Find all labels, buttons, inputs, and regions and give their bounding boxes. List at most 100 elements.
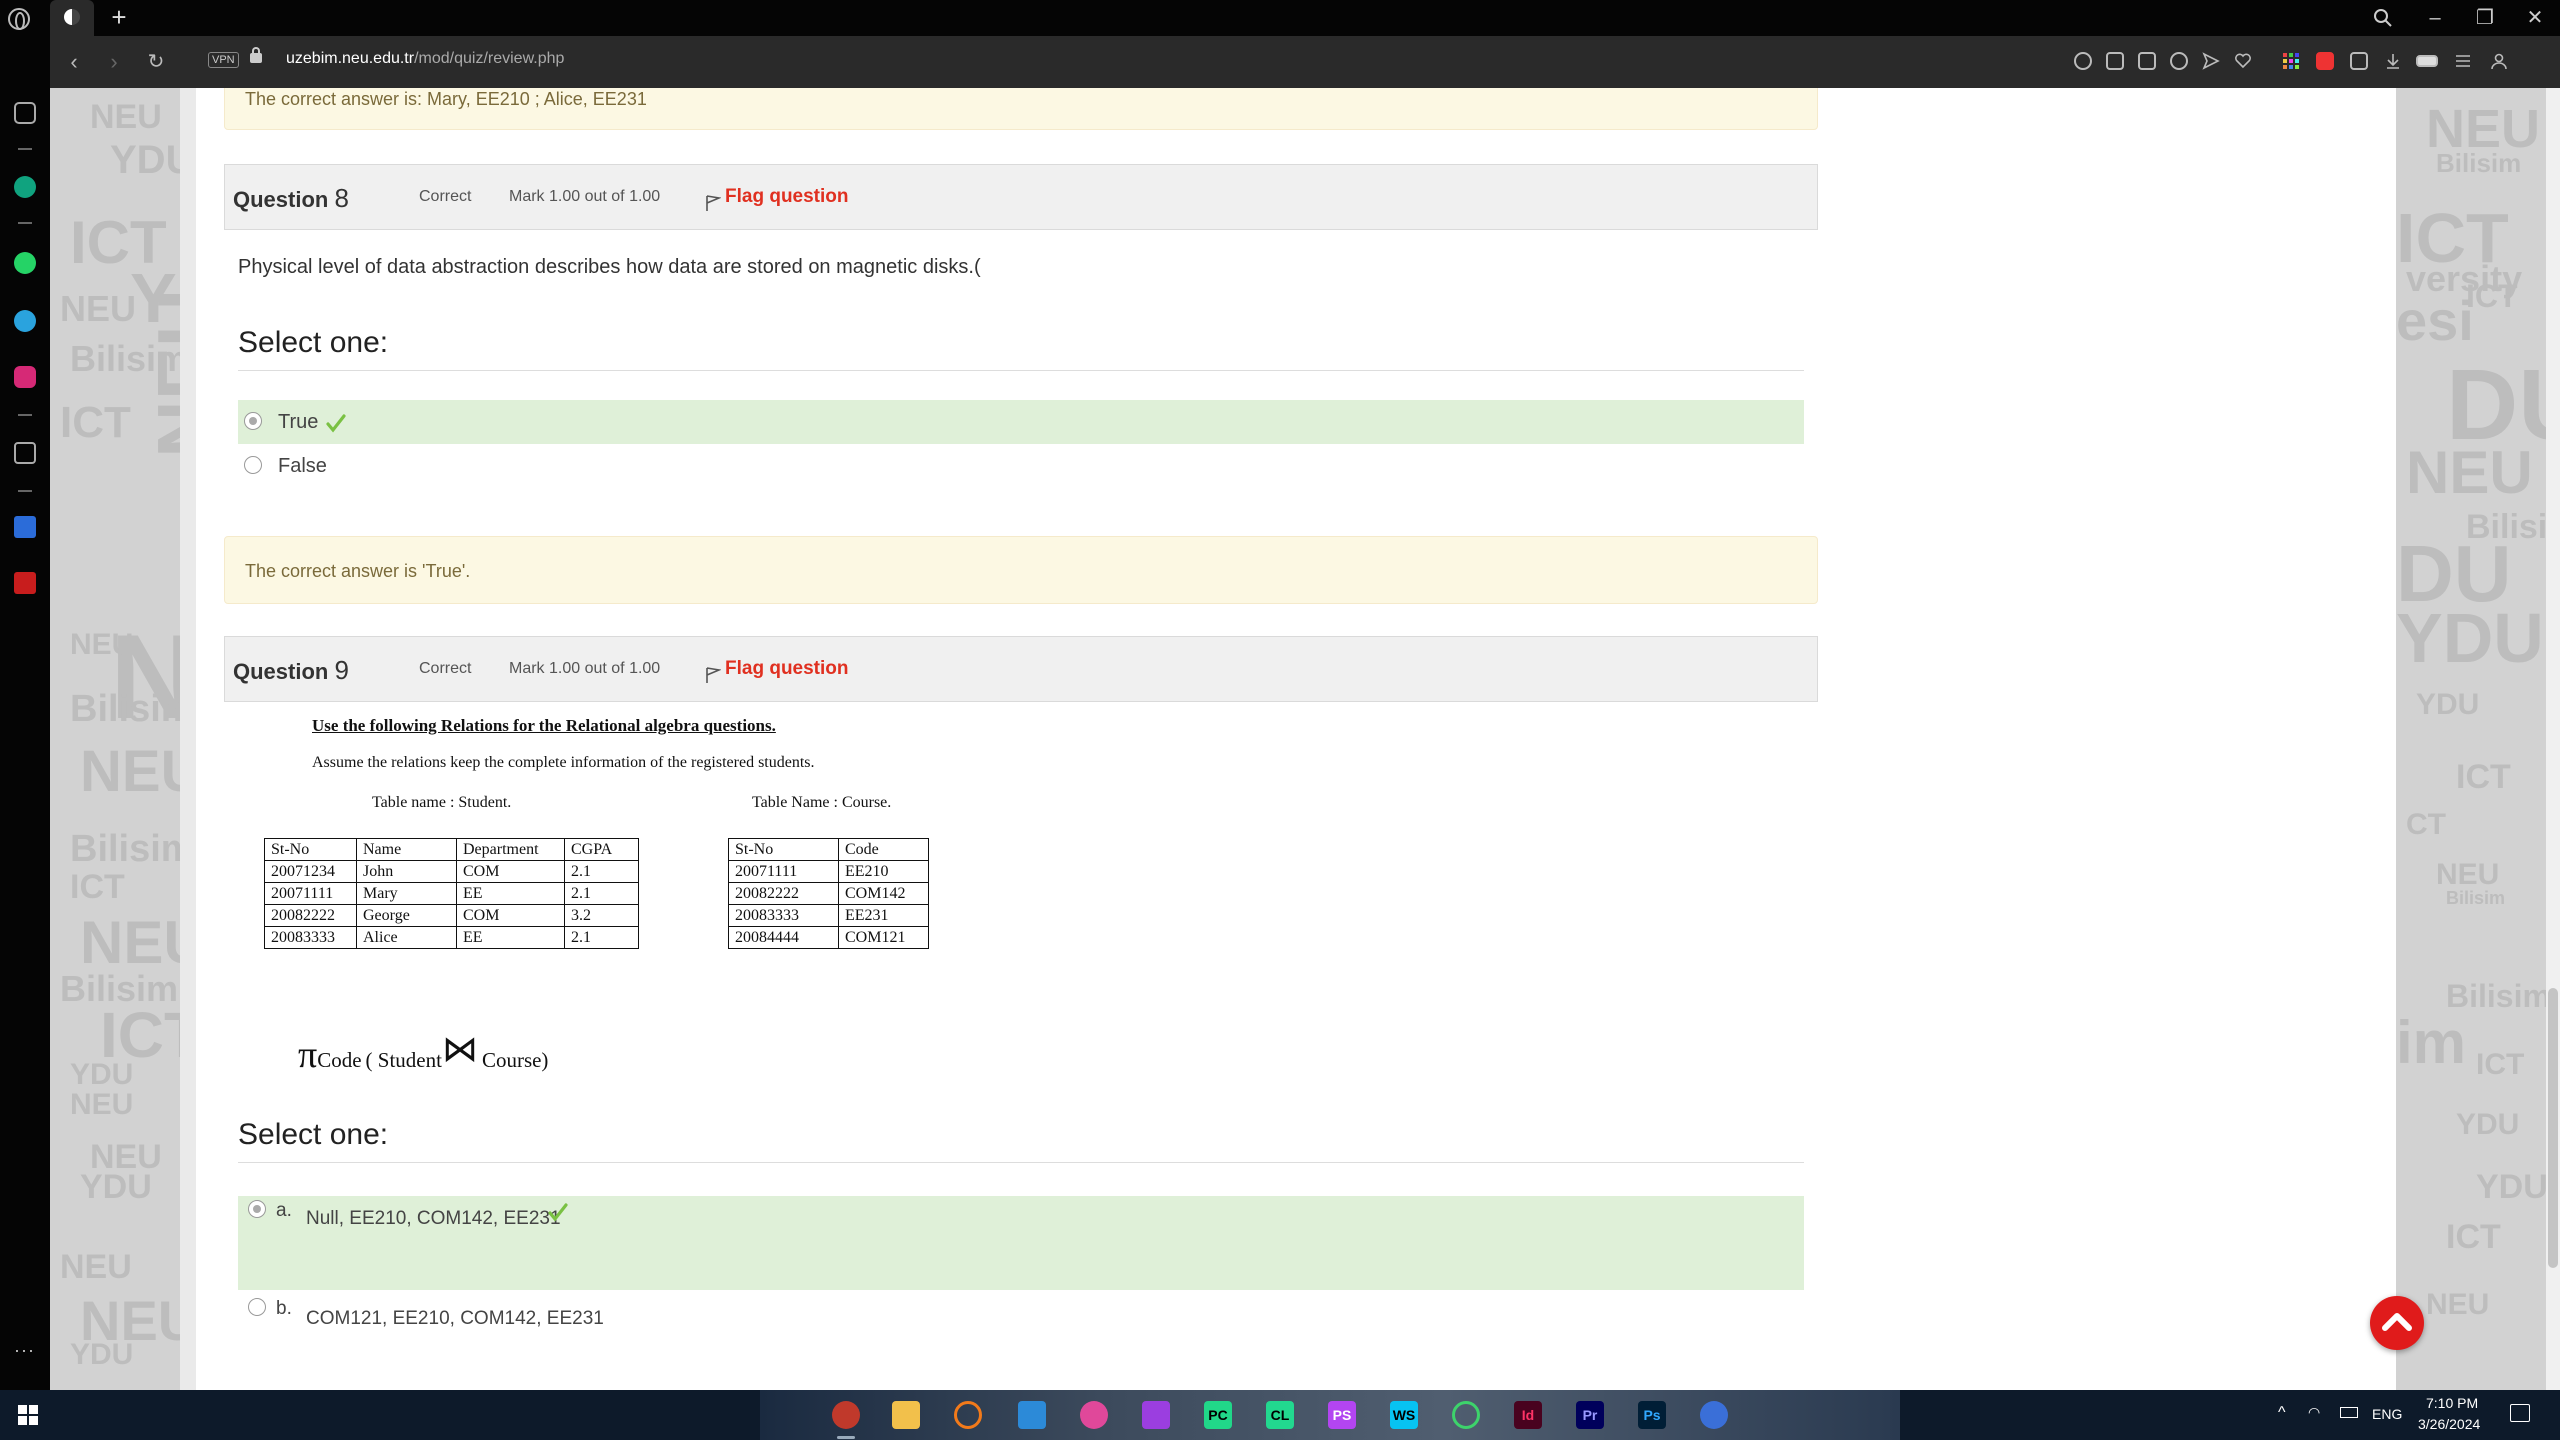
download-icon[interactable]: [2384, 52, 2402, 70]
telegram-icon[interactable]: [14, 310, 36, 332]
shield-extension-icon[interactable]: [2316, 52, 2334, 70]
page-scrollbar[interactable]: [2546, 88, 2560, 1390]
whatsapp-icon[interactable]: [14, 252, 36, 274]
image-heading: Use the following Relations for the Rela…: [312, 716, 776, 735]
premiere-icon[interactable]: Pr: [1576, 1401, 1604, 1429]
clock-time[interactable]: 7:10 PM: [2426, 1395, 2478, 1411]
new-tab-button[interactable]: +: [104, 2, 134, 32]
webstorm-icon[interactable]: WS: [1390, 1401, 1418, 1429]
indesign-icon[interactable]: Id: [1514, 1401, 1542, 1429]
back-to-top-button[interactable]: [2370, 1296, 2424, 1350]
restore-button[interactable]: ❐: [2460, 0, 2510, 36]
adblock-icon[interactable]: [2170, 52, 2188, 70]
sidebar-divider: [18, 222, 32, 224]
question-state: Correct: [419, 660, 472, 677]
address-bar: ‹ › ↻ VPN uzebim.neu.edu.tr/mod/quiz/rev…: [50, 36, 2560, 88]
feedback-text: The correct answer is 'True'.: [245, 561, 471, 581]
table-cell: 20082222: [264, 904, 357, 927]
forward-button[interactable]: ›: [98, 46, 130, 78]
app-icon-purple[interactable]: [1142, 1401, 1170, 1429]
language-indicator[interactable]: ENG: [2372, 1406, 2402, 1422]
back-button[interactable]: ‹: [58, 46, 90, 78]
flag-icon[interactable]: [705, 192, 721, 212]
answer-text: COM121, EE210, COM142, EE231: [306, 1308, 604, 1329]
notifications-icon[interactable]: [2510, 1404, 2530, 1422]
answer-option-true[interactable]: True: [238, 400, 1804, 444]
easy-setup-icon[interactable]: [2454, 52, 2472, 70]
table-header-row: St-No Code: [728, 838, 929, 861]
table-cell: Mary: [356, 882, 457, 905]
translate-extension-icon[interactable]: [14, 516, 36, 538]
camera-snapshot-icon[interactable]: [2138, 52, 2156, 70]
table-cell: COM142: [838, 882, 929, 905]
speed-dial-icon[interactable]: [14, 102, 36, 124]
edit-icon[interactable]: [2106, 52, 2124, 70]
formula-open: ( Student: [365, 1048, 442, 1072]
sidebar-more-icon[interactable]: ···: [14, 1340, 35, 1361]
answer-option-false[interactable]: False: [238, 446, 1804, 486]
question-number-value: 8: [334, 183, 349, 213]
pycharm-icon[interactable]: PC: [1204, 1401, 1232, 1429]
table-cell: CGPA: [564, 838, 639, 861]
phpstorm-icon[interactable]: PS: [1328, 1401, 1356, 1429]
flag-question-link[interactable]: Flag question: [725, 186, 849, 208]
opera-menu-icon[interactable]: [8, 8, 30, 30]
pinboard-icon[interactable]: [14, 442, 36, 464]
blender-icon[interactable]: [954, 1401, 982, 1429]
search-tabs-icon[interactable]: [2358, 0, 2408, 36]
formula-pi: π: [298, 1034, 318, 1076]
flag-icon[interactable]: [705, 664, 721, 684]
table-header-row: St-No Name Department CGPA: [264, 838, 639, 861]
vpn-badge[interactable]: VPN: [208, 52, 239, 68]
minimize-button[interactable]: –: [2410, 0, 2460, 36]
extensions-grid-icon[interactable]: [2282, 52, 2300, 70]
table-cell: St-No: [728, 838, 839, 861]
flag-question-link[interactable]: Flag question: [725, 658, 849, 680]
relational-algebra-formula: πCode ( Student⋈ Course): [298, 1028, 548, 1077]
answer-radio[interactable]: [248, 1298, 266, 1316]
profile-icon[interactable]: [2490, 52, 2508, 70]
lens-search-icon[interactable]: [2074, 52, 2092, 70]
close-window-button[interactable]: ✕: [2510, 0, 2560, 36]
reload-button[interactable]: ↻: [140, 46, 172, 78]
clock-date[interactable]: 3/26/2024: [2418, 1416, 2480, 1432]
image-assumption: Assume the relations keep the complete i…: [312, 754, 815, 771]
answer-radio[interactable]: [248, 1200, 266, 1218]
heart-icon[interactable]: [2234, 52, 2252, 70]
chatgpt-icon[interactable]: [14, 176, 36, 198]
app-icon-pink[interactable]: [1080, 1401, 1108, 1429]
clion-icon[interactable]: CL: [1266, 1401, 1294, 1429]
app-icon-green-ring[interactable]: [1452, 1401, 1480, 1429]
send-icon[interactable]: [2202, 52, 2220, 70]
join-symbol: ⋈: [441, 1029, 478, 1069]
vscode-icon[interactable]: [1018, 1401, 1046, 1429]
photoshop-icon[interactable]: Ps: [1638, 1401, 1666, 1429]
battery-icon[interactable]: [2340, 1407, 2358, 1418]
file-explorer-icon[interactable]: [892, 1401, 920, 1429]
scrollbar-thumb[interactable]: [2548, 988, 2558, 1268]
answer-radio[interactable]: [244, 412, 262, 430]
app-icon-blue[interactable]: [1700, 1401, 1728, 1429]
battery-saver-icon[interactable]: [2416, 55, 2438, 67]
url-path: /mod/quiz/review.php: [414, 50, 565, 67]
divider: [238, 370, 1804, 371]
answer-radio[interactable]: [244, 456, 262, 474]
windows-start-icon[interactable]: [18, 1405, 38, 1425]
network-icon[interactable]: ◠: [2308, 1404, 2320, 1421]
answer-option-a[interactable]: a. Null, EE210, COM142, EE231: [238, 1196, 1804, 1290]
url-field[interactable]: uzebim.neu.edu.tr/mod/quiz/review.php: [286, 50, 564, 68]
instagram-icon[interactable]: [14, 366, 36, 388]
table-cell: 20071234: [264, 860, 357, 883]
lock-icon[interactable]: [250, 47, 262, 63]
opera-taskbar-icon[interactable]: [832, 1401, 860, 1429]
question-9-header: Question 9 Correct Mark 1.00 out of 1.00…: [224, 636, 1818, 702]
answer-option-b[interactable]: b. COM121, EE210, COM142, EE231: [238, 1294, 1804, 1342]
video-extension-icon[interactable]: [14, 572, 36, 594]
cube-extension-icon[interactable]: [2350, 52, 2368, 70]
tray-chevron-up-icon[interactable]: ^: [2278, 1404, 2286, 1422]
question-grade: Mark 1.00 out of 1.00: [509, 188, 661, 205]
question-number-value: 9: [334, 655, 349, 685]
table-cell: COM: [456, 860, 565, 883]
browser-tab-active[interactable]: [50, 0, 94, 36]
table-cell: Department: [456, 838, 565, 861]
